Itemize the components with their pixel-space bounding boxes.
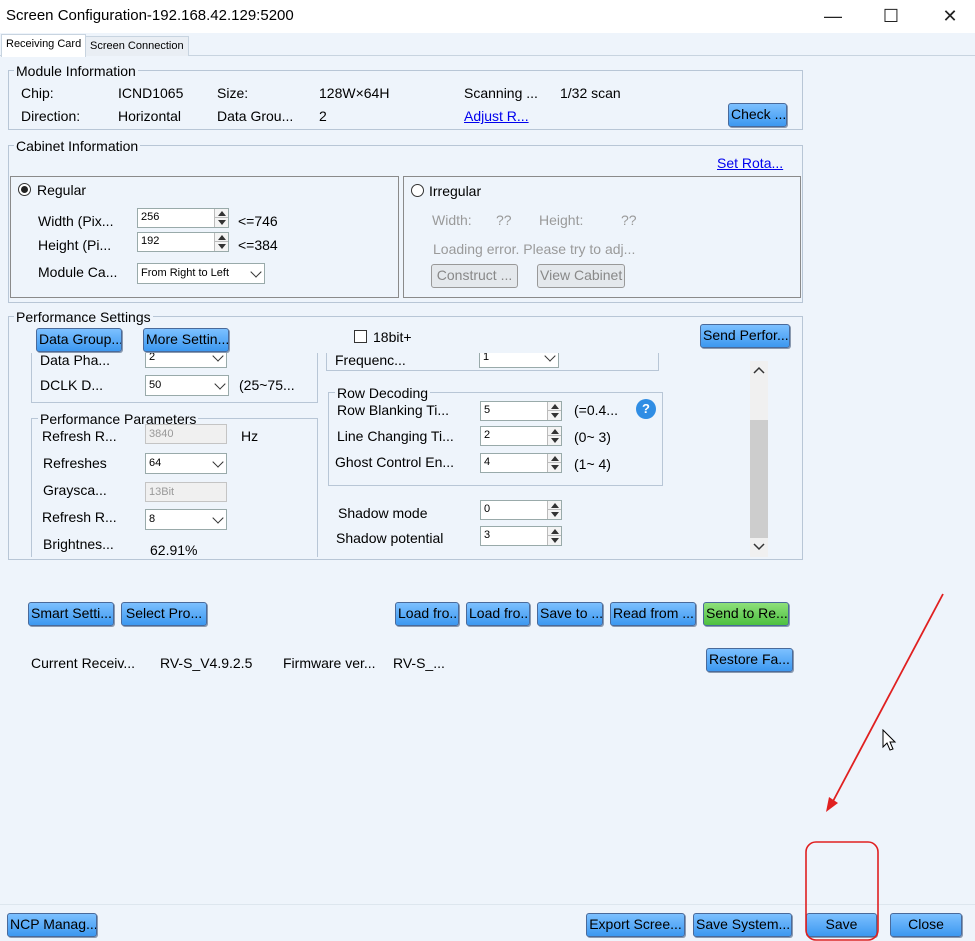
annotation-arrowhead xyxy=(826,797,838,812)
mouse-cursor-icon xyxy=(882,729,897,751)
annotation-overlay xyxy=(805,593,944,941)
annotation-arrow xyxy=(830,593,944,806)
annotation-highlight-box xyxy=(805,841,879,941)
